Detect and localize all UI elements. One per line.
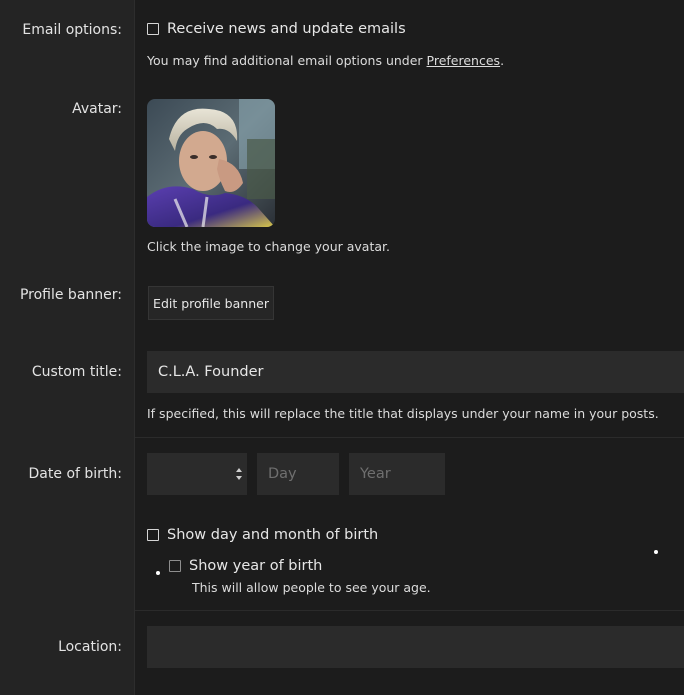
receive-emails-checkbox-label: Receive news and update emails bbox=[167, 21, 406, 37]
custom-title-label: Custom title: bbox=[31, 364, 122, 380]
preferences-link[interactable]: Preferences bbox=[427, 53, 501, 68]
birth-year-input[interactable]: Year bbox=[349, 453, 445, 495]
profile-banner-label: Profile banner: bbox=[19, 287, 122, 303]
date-of-birth-label: Date of birth: bbox=[28, 466, 122, 482]
email-options-hint: You may find additional email options un… bbox=[147, 53, 504, 68]
edit-profile-banner-button[interactable]: Edit profile banner bbox=[148, 286, 274, 320]
select-arrows-icon bbox=[236, 468, 242, 480]
account-details-form: Email options: Receive news and update e… bbox=[0, 0, 684, 695]
show-year-label: Show year of birth bbox=[189, 558, 323, 574]
avatar-image[interactable] bbox=[147, 99, 275, 227]
location-label: Location: bbox=[58, 639, 122, 655]
row-divider bbox=[135, 610, 684, 611]
receive-emails-checkbox[interactable] bbox=[147, 23, 159, 35]
show-day-month-label: Show day and month of birth bbox=[167, 527, 379, 543]
birth-day-input[interactable]: Day bbox=[257, 453, 339, 495]
birth-month-select[interactable] bbox=[147, 453, 247, 495]
row-divider bbox=[135, 437, 684, 438]
bullet-dot bbox=[156, 571, 160, 575]
show-day-month-option[interactable]: Show day and month of birth bbox=[147, 527, 378, 543]
email-options-hint-prefix: You may find additional email options un… bbox=[147, 53, 427, 68]
show-year-option[interactable]: Show year of birth bbox=[169, 558, 322, 574]
show-year-checkbox[interactable] bbox=[169, 560, 181, 572]
receive-emails-option[interactable]: Receive news and update emails bbox=[147, 21, 406, 37]
custom-title-input[interactable]: C.L.A. Founder bbox=[147, 351, 684, 393]
show-day-month-checkbox[interactable] bbox=[147, 529, 159, 541]
decorative-dot bbox=[654, 550, 658, 554]
email-options-hint-suffix: . bbox=[500, 53, 505, 68]
email-options-label: Email options: bbox=[22, 22, 122, 38]
show-year-hint: This will allow people to see your age. bbox=[192, 580, 431, 595]
avatar-hint: Click the image to change your avatar. bbox=[147, 239, 390, 254]
avatar-label: Avatar: bbox=[72, 101, 122, 117]
custom-title-hint: If specified, this will replace the titl… bbox=[147, 406, 659, 421]
avatar-photo bbox=[147, 99, 275, 227]
location-input[interactable] bbox=[147, 626, 684, 668]
